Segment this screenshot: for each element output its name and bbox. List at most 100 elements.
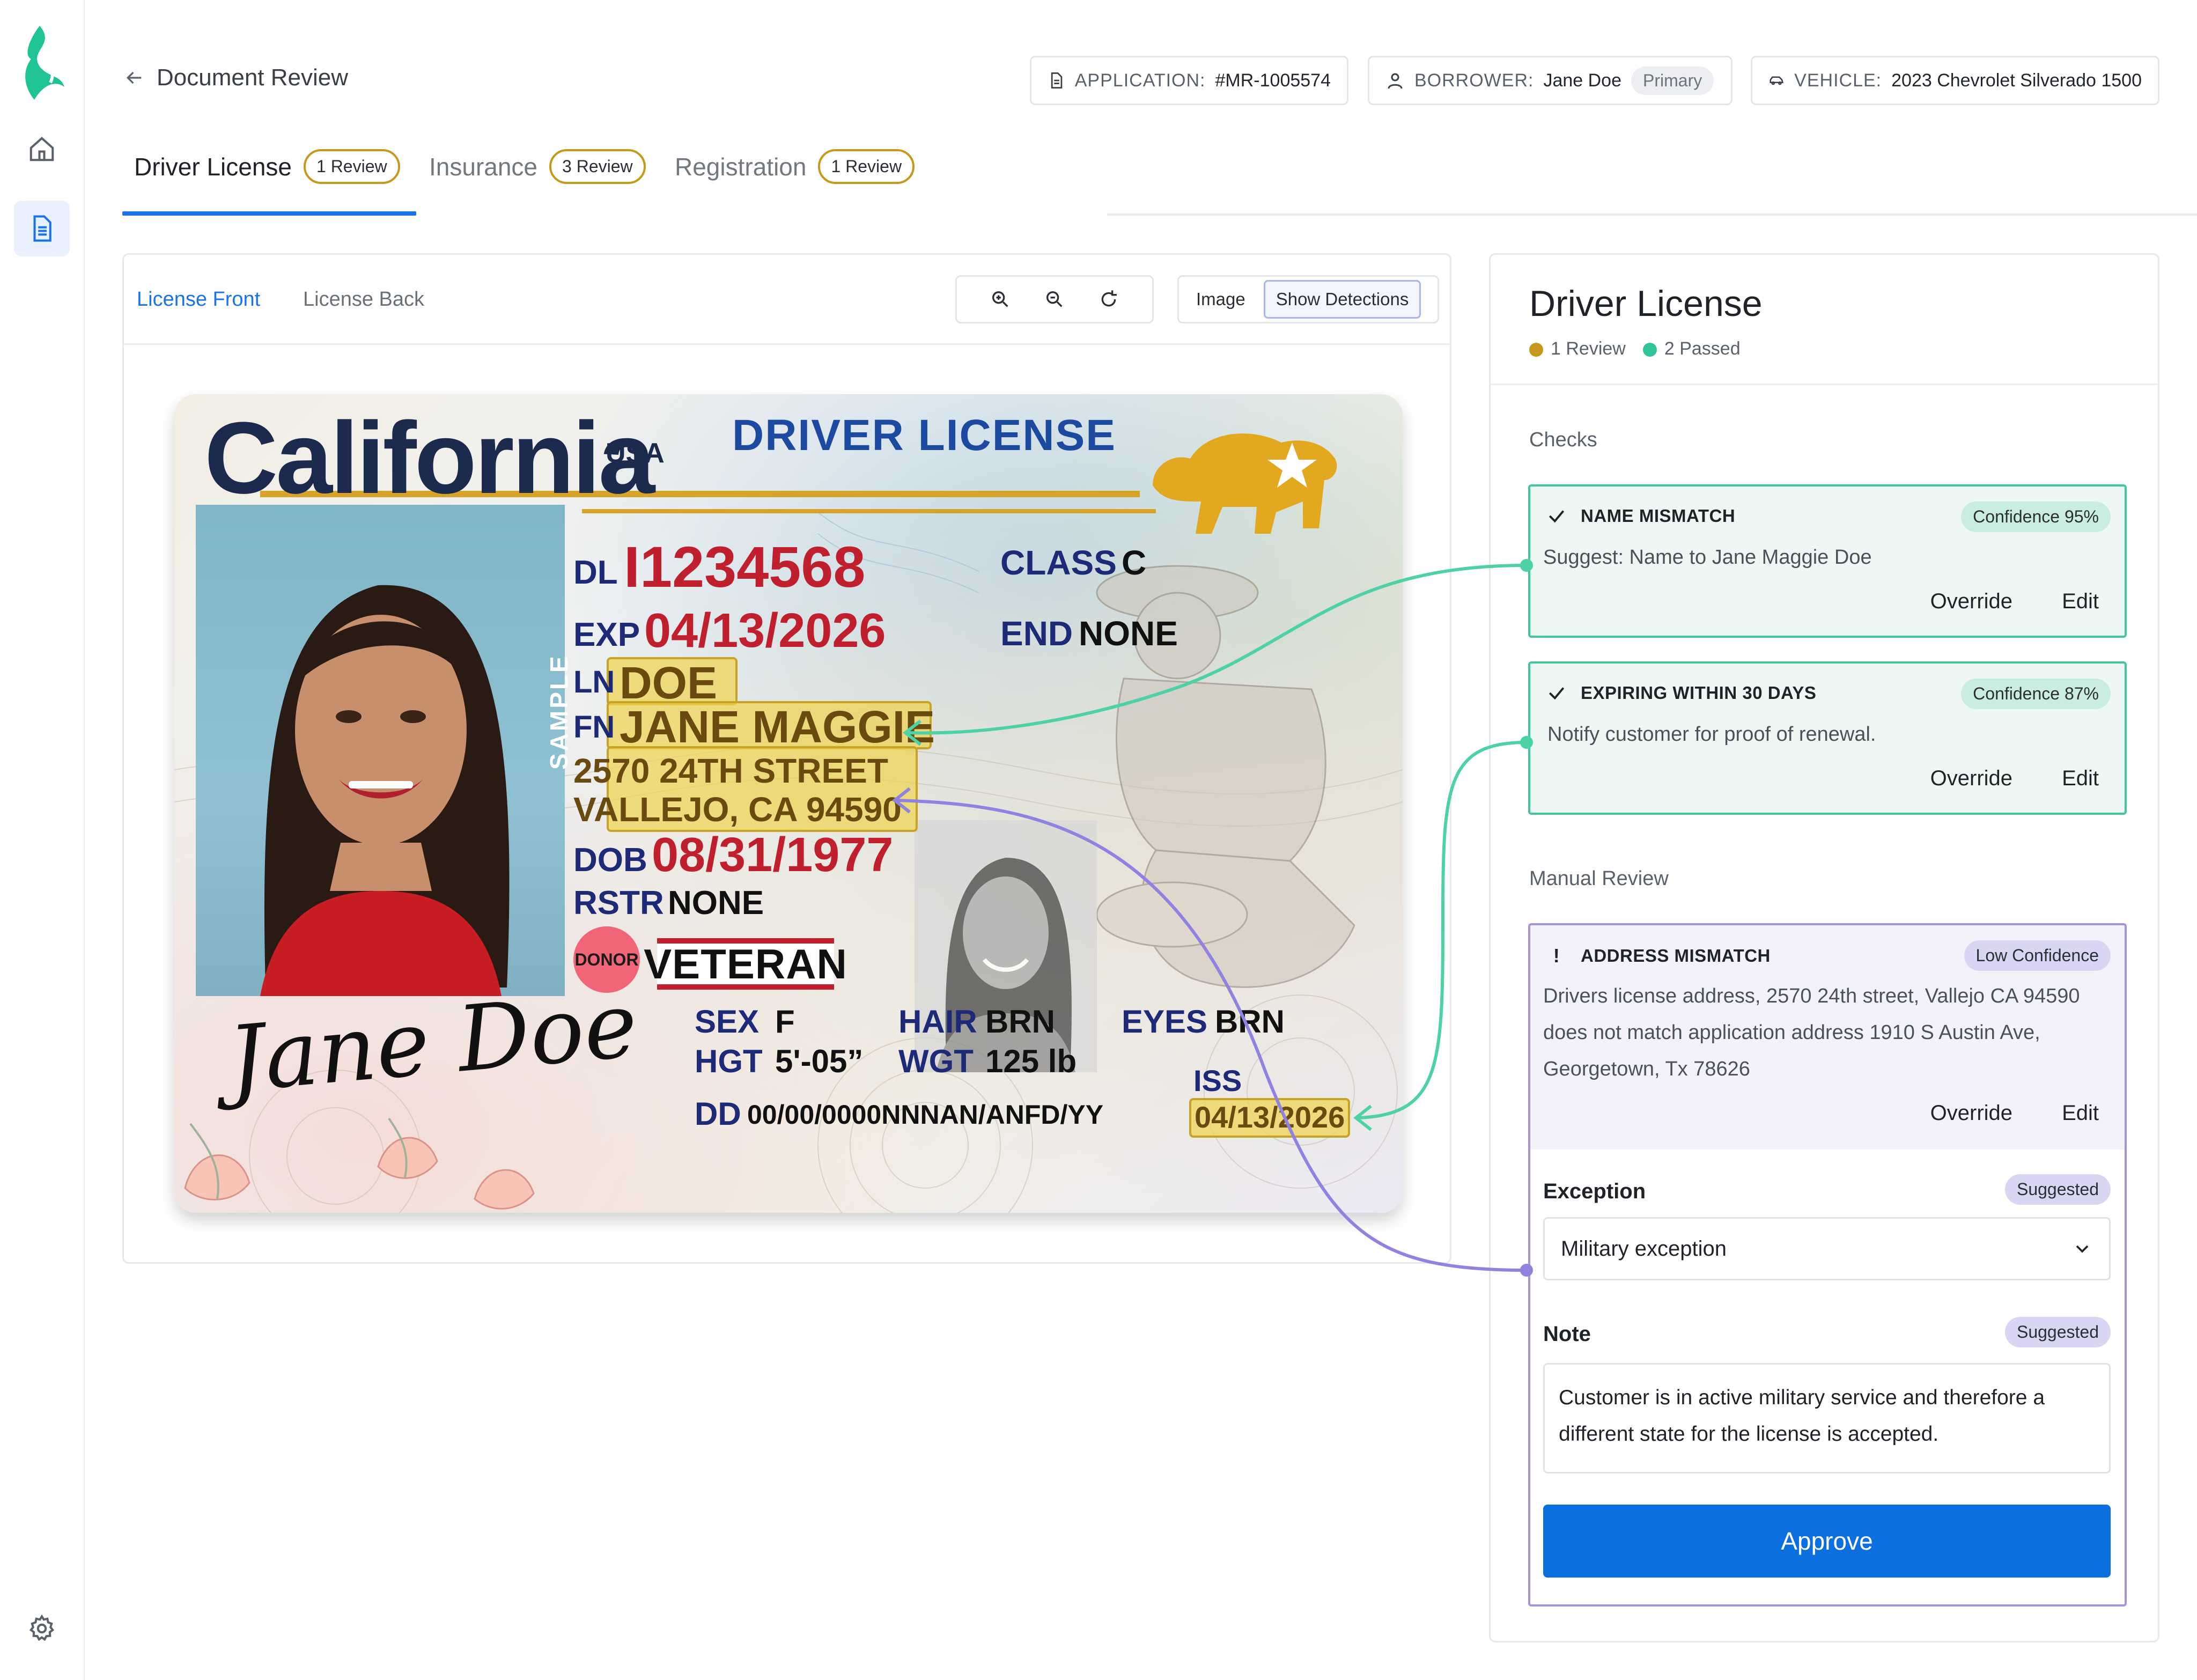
passed-dot-icon [1642,343,1657,357]
page-title: Document Review [157,64,349,91]
check-name-mismatch: NAME MISMATCH Confidence 95% Suggest: Na… [1528,484,2127,638]
review-dot-icon [1529,343,1543,357]
dd-label: DD [695,1096,741,1132]
check-body: Notify customer for proof of renewal. [1547,723,1876,746]
show-detections-button[interactable]: Show Detections [1263,280,1421,319]
fn-label: FN [573,710,615,745]
approve-button[interactable]: Approve [1543,1505,2111,1578]
sample-watermark: SAMPLE [545,654,573,770]
license-state: California [204,401,655,515]
edit-button[interactable]: Edit [2062,1101,2099,1125]
passed-stat: 2 Passed [1642,338,1741,359]
nav-documents[interactable] [14,201,70,256]
user-icon [1388,73,1403,89]
review-count: 1 Review [1551,338,1626,359]
check-title: EXPIRING WITHIN 30 DAYS [1546,683,1816,703]
license-image: California USA DRIVER LICENSE SAMPLE DL … [174,394,1403,1213]
review-badge: 3 Review [549,149,646,184]
check-title: ! ADDRESS MISMATCH [1546,945,1771,967]
wgt-value: 125 lb [985,1043,1077,1079]
license-doc-title: DRIVER LICENSE [732,411,1116,460]
veteran-text: VETERAN [644,940,847,988]
hgt-value: 5'-05” [775,1043,864,1079]
exp-value: 04/13/2026 [644,604,886,658]
brand-logo-icon [25,26,64,100]
arrow-left-icon [126,71,142,84]
edit-button[interactable]: Edit [2062,590,2099,614]
exception-label: Exception [1543,1180,1646,1203]
borrower-pill: BORROWER: Jane Doe Primary [1368,56,1732,105]
eyes-value: BRN [1215,1004,1285,1040]
back-button[interactable]: Document Review [123,64,348,91]
zoom-in-button[interactable] [988,287,1013,312]
holder-photo [196,505,565,996]
hgt-label: HGT [695,1043,763,1079]
hair-label: HAIR [898,1004,977,1040]
eyes-label: EYES [1122,1004,1208,1040]
manual-review-heading: Manual Review [1529,867,1669,890]
ln-label: LN [573,665,615,699]
rstr-label: RSTR [573,885,664,922]
borrower-value: Jane Doe [1543,70,1621,91]
review-stat: 1 Review [1529,338,1626,359]
suggested-badge: Suggested [2004,1174,2111,1205]
application-pill: APPLICATION: #MR-1005574 [1030,56,1348,105]
checks-panel: Driver License 1 Review 2 Passed Checks … [1489,253,2159,1642]
title-rule [582,509,1156,513]
check-expiring: EXPIRING WITHIN 30 DAYS Confidence 87% N… [1528,661,2127,815]
check-title-text: ADDRESS MISMATCH [1581,946,1771,966]
ln-value: DOE [620,658,718,708]
nav-settings[interactable] [14,1601,70,1656]
tab-license-front[interactable]: License Front [137,288,260,311]
end-label: END [1000,614,1073,653]
zoom-controls [955,275,1154,323]
dl-label: DL [573,554,618,591]
iss-value: 04/13/2026 [1195,1100,1345,1134]
suggested-badge: Suggested [2004,1317,2111,1347]
zoom-out-button[interactable] [1042,287,1067,312]
checks-heading: Checks [1529,429,1597,451]
tab-license-back[interactable]: License Back [303,288,424,311]
image-mode-button[interactable]: Image [1185,282,1256,317]
check-title-text: NAME MISMATCH [1581,506,1736,526]
exception-select[interactable]: Military exception [1543,1217,2111,1280]
passed-count: 2 Passed [1664,338,1741,359]
tab-label: Driver License [134,152,292,181]
fn-value: JANE MAGGIE [620,702,935,752]
confidence-badge: Confidence 87% [1961,679,2111,709]
panel-stats: 1 Review 2 Passed [1529,338,1741,359]
rotate-icon [1101,290,1117,307]
tab-driver-license[interactable]: Driver License 1 Review [134,149,400,184]
address-line1: 2570 24TH STREET [573,751,888,790]
note-label: Note [1543,1322,1591,1346]
override-button[interactable]: Override [1930,767,2012,791]
panel-divider [1491,384,2158,385]
nav-home[interactable] [14,121,70,177]
gear-icon [29,1614,55,1641]
override-button[interactable]: Override [1930,590,2012,614]
check-body: Drivers license address, 2570 24th stree… [1543,985,2080,1080]
dob-label: DOB [573,842,647,879]
vehicle-pill: VEHICLE: 2023 Chevrolet Silverado 1500 [1751,56,2159,105]
check-title: NAME MISMATCH [1546,506,1735,526]
checkmark-icon [1549,687,1565,700]
sex-value: F [775,1004,795,1040]
manual-address-mismatch: ! ADDRESS MISMATCH Low Confidence Driver… [1528,923,2127,1152]
vehicle-key: VEHICLE: [1794,70,1882,91]
check-actions: Override Edit [1930,590,2099,614]
check-actions: Override Edit [1930,1101,2099,1125]
tab-registration[interactable]: Registration 1 Review [675,149,915,184]
confidence-badge: Low Confidence [1964,940,2111,971]
tab-insurance[interactable]: Insurance 3 Review [429,149,646,184]
tab-label: Registration [675,152,807,181]
tab-label: Insurance [429,152,538,181]
active-tab-indicator [122,211,416,216]
edit-button[interactable]: Edit [2062,767,2099,791]
override-button[interactable]: Override [1930,1101,2012,1125]
dob-value: 08/31/1977 [652,828,894,882]
application-key: APPLICATION: [1074,70,1206,91]
manual-review-form: Exception Suggested Military exception N… [1528,1150,2127,1607]
vehicle-value: 2023 Chevrolet Silverado 1500 [1891,70,2142,91]
rotate-button[interactable] [1096,287,1121,312]
note-textarea[interactable]: Customer is in active military service a… [1543,1363,2111,1473]
